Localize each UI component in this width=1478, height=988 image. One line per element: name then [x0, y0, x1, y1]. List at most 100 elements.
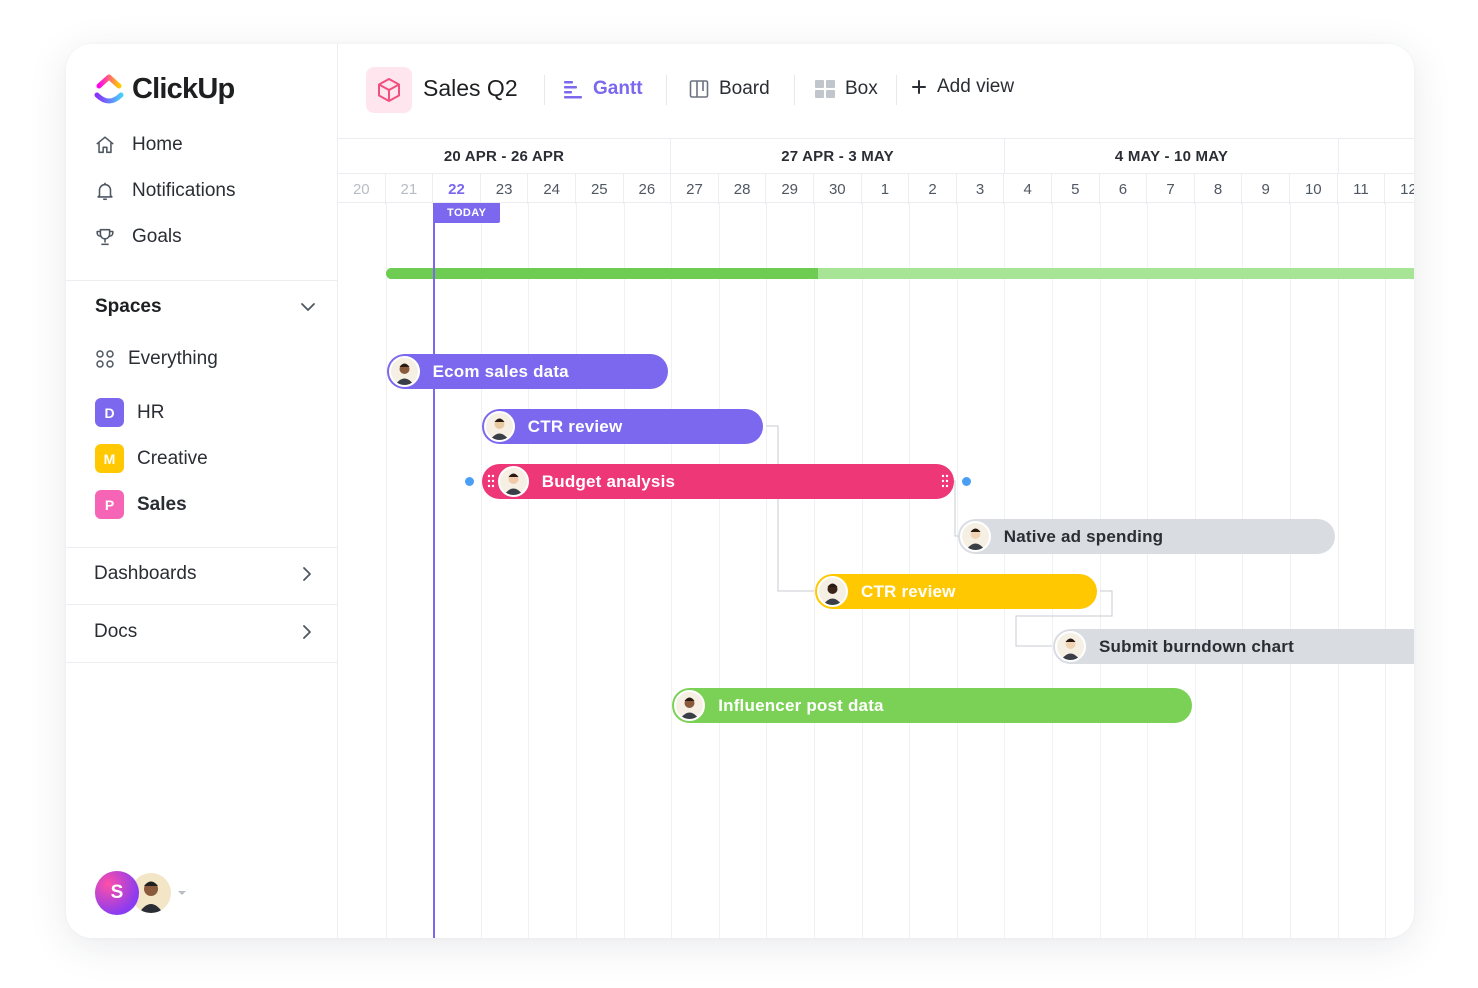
- sidebar-divider: [66, 280, 338, 281]
- dependency-handle-left[interactable]: [464, 477, 474, 486]
- tab-gantt-label: Gantt: [593, 78, 643, 99]
- space-avatar: M: [95, 444, 124, 473]
- day-label: 27: [671, 174, 719, 204]
- view-separator: [896, 75, 897, 105]
- cube-icon: [378, 78, 400, 102]
- space-everything[interactable]: Everything: [95, 348, 218, 370]
- section-dashboards[interactable]: Dashboards: [94, 563, 316, 585]
- day-label: 21: [386, 174, 434, 204]
- drag-handle-left[interactable]: [487, 474, 495, 488]
- grid-line: [1099, 203, 1101, 938]
- add-view-label: Add view: [937, 76, 1015, 97]
- dependency-handle-right[interactable]: [961, 477, 971, 486]
- brand-name: ClickUp: [132, 72, 235, 105]
- grid-line: [1004, 203, 1006, 938]
- spaces-header[interactable]: Spaces: [95, 296, 317, 318]
- task-name: Ecom sales data: [432, 361, 569, 381]
- day-label: 8: [1195, 174, 1243, 204]
- clickup-logo-icon: [94, 74, 124, 104]
- space-creative[interactable]: M Creative: [95, 444, 208, 473]
- space-avatar: D: [95, 398, 124, 427]
- app-window: ClickUp Home Notifications Goals Spaces …: [66, 44, 1414, 938]
- task-bar[interactable]: CTR review: [481, 409, 764, 444]
- tab-gantt[interactable]: Gantt: [562, 78, 643, 100]
- day-label: 22: [433, 174, 481, 204]
- nav-goals-label: Goals: [132, 226, 182, 247]
- day-label: 30: [814, 174, 862, 204]
- drag-handle-right[interactable]: [941, 474, 949, 488]
- tab-box[interactable]: Box: [814, 78, 878, 100]
- sidebar-divider: [66, 547, 338, 548]
- today-marker-line: [433, 203, 435, 938]
- nav-home[interactable]: Home: [94, 134, 183, 156]
- assignee-avatar: [497, 466, 529, 497]
- week-label: 4 MAY - 10 MAY: [1005, 139, 1339, 173]
- task-bar[interactable]: Native ad spending: [957, 519, 1335, 554]
- nav-notifications[interactable]: Notifications: [94, 180, 236, 202]
- home-icon: [96, 136, 114, 154]
- grid-line: [909, 203, 911, 938]
- assignee-avatar: [817, 576, 848, 607]
- top-bar: Sales Q2 Gantt Board Box Add view: [338, 44, 1414, 138]
- grid-line: [576, 203, 577, 938]
- tab-board[interactable]: Board: [688, 78, 770, 100]
- grid-line: [480, 203, 482, 938]
- dependency-line: [766, 425, 814, 592]
- user-avatar[interactable]: S: [95, 871, 139, 915]
- section-docs[interactable]: Docs: [94, 621, 316, 643]
- day-label: 11: [1338, 174, 1386, 204]
- trophy-icon: [96, 228, 114, 246]
- section-dashboards-label: Dashboards: [94, 563, 197, 584]
- today-marker: TODAY: [433, 203, 501, 223]
- task-bar[interactable]: CTR review: [815, 574, 1097, 609]
- section-docs-label: Docs: [94, 621, 138, 642]
- task-bar[interactable]: Ecom sales data: [386, 354, 669, 389]
- day-label: 10: [1290, 174, 1338, 204]
- task-name: Influencer post data: [718, 695, 884, 715]
- grid-line: [718, 203, 720, 938]
- project-title: Sales Q2: [423, 75, 518, 101]
- task-bar[interactable]: Submit burndown chart: [1053, 629, 1414, 664]
- clickup-logo[interactable]: ClickUp: [94, 72, 235, 106]
- week-label: 20 APR - 26 APR: [338, 139, 671, 173]
- day-label: 25: [576, 174, 624, 204]
- grid-line: [1147, 203, 1149, 938]
- assignee-avatar: [388, 356, 420, 387]
- caret-down-icon[interactable]: [175, 886, 189, 900]
- space-sales[interactable]: P Sales: [95, 490, 187, 519]
- nav-goals[interactable]: Goals: [94, 226, 182, 248]
- task-name: Budget analysis: [541, 471, 676, 491]
- chevron-right-icon: [303, 625, 311, 639]
- sidebar: ClickUp Home Notifications Goals Spaces …: [66, 44, 338, 938]
- day-label: 26: [624, 174, 672, 204]
- chevron-down-icon[interactable]: [299, 298, 317, 316]
- grid-line: [1194, 203, 1196, 938]
- grid-line: [1337, 203, 1339, 938]
- day-label: 24: [528, 174, 576, 204]
- space-hr[interactable]: D HR: [95, 398, 164, 427]
- day-label: 29: [766, 174, 814, 204]
- view-separator: [794, 75, 795, 105]
- day-label: 7: [1147, 174, 1195, 204]
- user-menu[interactable]: S: [95, 871, 189, 915]
- week-label: 27 APR - 3 MAY: [671, 139, 1005, 173]
- grid-dots-icon: [96, 350, 114, 368]
- day-label: 6: [1100, 174, 1148, 204]
- task-name: CTR review: [861, 581, 956, 601]
- board-icon: [689, 80, 709, 98]
- day-row: 20 21 22 23 24 25 26 27 28 29 30 1 2 3 4 5 6 7 8 9 10 11 12: [338, 173, 1414, 204]
- grid-line: [766, 203, 768, 938]
- task-bar[interactable]: Budget analysis: [464, 464, 971, 499]
- add-view-button[interactable]: Add view: [910, 76, 1014, 98]
- grid-line: [385, 203, 387, 938]
- sidebar-divider: [66, 604, 338, 605]
- space-hr-label: HR: [137, 401, 165, 423]
- task-name: Submit burndown chart: [1099, 636, 1294, 656]
- task-bar[interactable]: Influencer post data: [672, 688, 1192, 723]
- grid-line: [861, 203, 863, 938]
- assignee-avatar: [674, 690, 706, 721]
- space-sales-label: Sales: [137, 493, 187, 515]
- project-icon: [366, 67, 412, 113]
- day-label: 9: [1242, 174, 1290, 204]
- overall-progress-fill: [385, 268, 818, 279]
